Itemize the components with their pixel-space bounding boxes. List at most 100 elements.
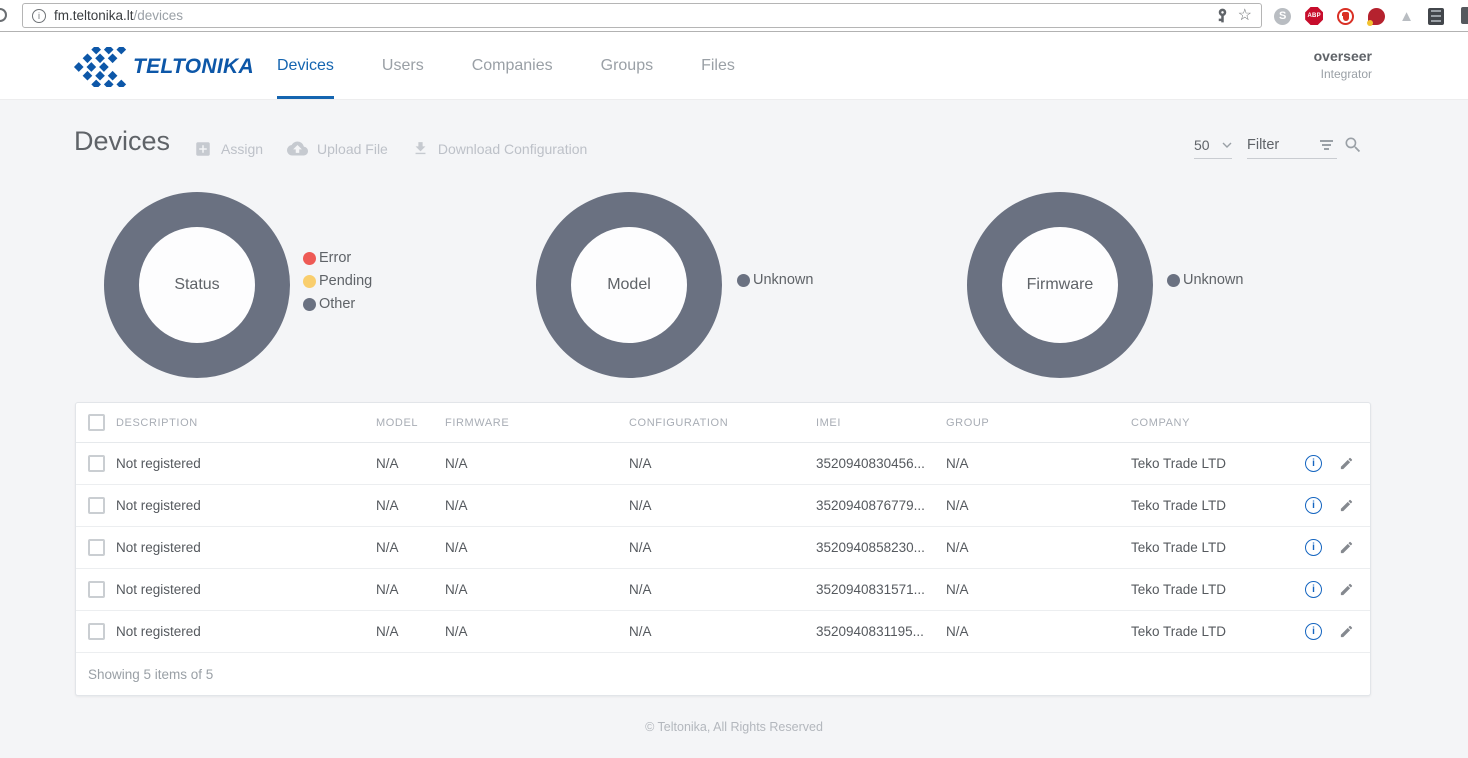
page-size-value: 50: [1194, 137, 1210, 153]
info-icon[interactable]: i: [1305, 455, 1322, 472]
edit-pencil-icon[interactable]: [1339, 624, 1354, 639]
extension-icons: S ABP ▲: [1274, 7, 1444, 25]
legend-item-error[interactable]: Error: [303, 250, 372, 266]
table-row: Not registered N/A N/A N/A 3520940831195…: [76, 611, 1370, 653]
reload-icon[interactable]: [0, 8, 7, 22]
assign-button[interactable]: Assign: [194, 140, 263, 158]
main-nav: Devices Users Companies Groups Files: [277, 32, 735, 99]
info-icon[interactable]: i: [1305, 497, 1322, 514]
assign-icon: [194, 140, 212, 158]
model-legend: Unknown: [737, 272, 813, 288]
cell-imei: 3520940831195...: [816, 624, 946, 639]
cell-imei: 3520940830456...: [816, 456, 946, 471]
cell-configuration: N/A: [629, 540, 816, 555]
cell-firmware: N/A: [445, 498, 629, 513]
legend-item-other[interactable]: Other: [303, 296, 372, 312]
table-row: Not registered N/A N/A N/A 3520940858230…: [76, 527, 1370, 569]
bookmark-star-icon[interactable]: ☆: [1238, 8, 1252, 24]
cell-model: N/A: [376, 582, 445, 597]
table-row: Not registered N/A N/A N/A 3520940876779…: [76, 485, 1370, 527]
upload-cloud-icon: [287, 138, 308, 159]
screen: i fm.teltonika.lt/devices ☆ S ABP ▲ T: [0, 0, 1468, 758]
cell-configuration: N/A: [629, 498, 816, 513]
edit-pencil-icon[interactable]: [1339, 456, 1354, 471]
column-header-imei: IMEI: [816, 417, 946, 429]
search-button[interactable]: [1343, 135, 1363, 155]
status-donut-chart: Status: [104, 192, 290, 378]
film-extension-icon[interactable]: [1428, 8, 1444, 25]
model-chart-label: Model: [607, 276, 651, 294]
nav-tab-users[interactable]: Users: [382, 32, 424, 99]
nav-tab-groups[interactable]: Groups: [601, 32, 653, 99]
table-summary: Showing 5 items of 5: [76, 653, 1370, 695]
firmware-chart-label: Firmware: [1027, 276, 1094, 294]
edit-pencil-icon[interactable]: [1339, 540, 1354, 555]
filter-input[interactable]: Filter: [1247, 132, 1337, 159]
cell-imei: 3520940831571...: [816, 582, 946, 597]
cell-description: Not registered: [116, 582, 376, 597]
legend-item-unknown[interactable]: Unknown: [737, 272, 813, 288]
nav-tab-companies[interactable]: Companies: [472, 32, 553, 99]
legend-label: Error: [319, 250, 351, 266]
page-size-select[interactable]: 50: [1194, 132, 1232, 159]
legend-item-unknown[interactable]: Unknown: [1167, 272, 1243, 288]
cell-firmware: N/A: [445, 540, 629, 555]
edit-pencil-icon[interactable]: [1339, 498, 1354, 513]
page-info-icon[interactable]: i: [32, 9, 46, 23]
nav-tab-devices[interactable]: Devices: [277, 32, 334, 99]
unknown-dot-icon: [1167, 274, 1180, 287]
cell-description: Not registered: [116, 498, 376, 513]
search-icon: [1343, 135, 1363, 155]
logo-text: TELTONIKA: [133, 55, 254, 79]
column-header-configuration: CONFIGURATION: [629, 417, 816, 429]
column-header-model: MODEL: [376, 417, 445, 429]
filter-label: Filter: [1247, 137, 1279, 153]
info-icon[interactable]: i: [1305, 623, 1322, 640]
download-configuration-button[interactable]: Download Configuration: [412, 140, 587, 157]
blocker-hand-extension-icon[interactable]: [1337, 8, 1354, 25]
firmware-legend: Unknown: [1167, 272, 1243, 288]
address-bar[interactable]: i fm.teltonika.lt/devices ☆: [22, 3, 1262, 28]
legend-item-pending[interactable]: Pending: [303, 273, 372, 289]
legend-label: Unknown: [1183, 272, 1243, 288]
skype-extension-icon[interactable]: S: [1274, 8, 1291, 25]
devices-table: DESCRIPTION MODEL FIRMWARE CONFIGURATION…: [75, 402, 1371, 696]
firmware-donut-chart: Firmware: [967, 192, 1153, 378]
url-path: /devices: [134, 8, 184, 23]
select-all-checkbox[interactable]: [88, 414, 105, 431]
nav-tab-files[interactable]: Files: [701, 32, 735, 99]
row-checkbox[interactable]: [88, 497, 105, 514]
cell-model: N/A: [376, 624, 445, 639]
filter-lines-icon: [1320, 140, 1337, 150]
copyright-text: © Teltonika, All Rights Reserved: [0, 720, 1468, 734]
status-chart-label: Status: [174, 276, 219, 294]
info-icon[interactable]: i: [1305, 581, 1322, 598]
clipped-extension-icon[interactable]: [1461, 7, 1468, 24]
user-info[interactable]: overseer Integrator: [1314, 48, 1372, 81]
url-text: fm.teltonika.lt/devices: [54, 8, 183, 23]
teltonika-logo[interactable]: TELTONIKA: [72, 47, 254, 87]
cell-configuration: N/A: [629, 456, 816, 471]
cell-firmware: N/A: [445, 582, 629, 597]
info-icon[interactable]: i: [1305, 539, 1322, 556]
password-key-icon[interactable]: [1215, 8, 1230, 23]
cell-imei: 3520940876779...: [816, 498, 946, 513]
row-checkbox[interactable]: [88, 455, 105, 472]
chat-extension-icon[interactable]: [1368, 8, 1385, 25]
row-checkbox[interactable]: [88, 581, 105, 598]
column-header-group: GROUP: [946, 417, 1131, 429]
column-header-description: DESCRIPTION: [116, 417, 376, 429]
download-configuration-label: Download Configuration: [438, 141, 587, 157]
cell-company: Teko Trade LTD: [1131, 498, 1286, 513]
drive-extension-icon[interactable]: ▲: [1399, 9, 1414, 24]
row-checkbox[interactable]: [88, 539, 105, 556]
cell-model: N/A: [376, 540, 445, 555]
row-checkbox[interactable]: [88, 623, 105, 640]
teltonika-logo-mark: [72, 47, 130, 87]
edit-pencil-icon[interactable]: [1339, 582, 1354, 597]
pending-dot-icon: [303, 275, 316, 288]
cell-company: Teko Trade LTD: [1131, 540, 1286, 555]
upload-file-button[interactable]: Upload File: [287, 138, 388, 159]
cell-group: N/A: [946, 540, 1131, 555]
adblock-extension-icon[interactable]: ABP: [1305, 7, 1323, 25]
